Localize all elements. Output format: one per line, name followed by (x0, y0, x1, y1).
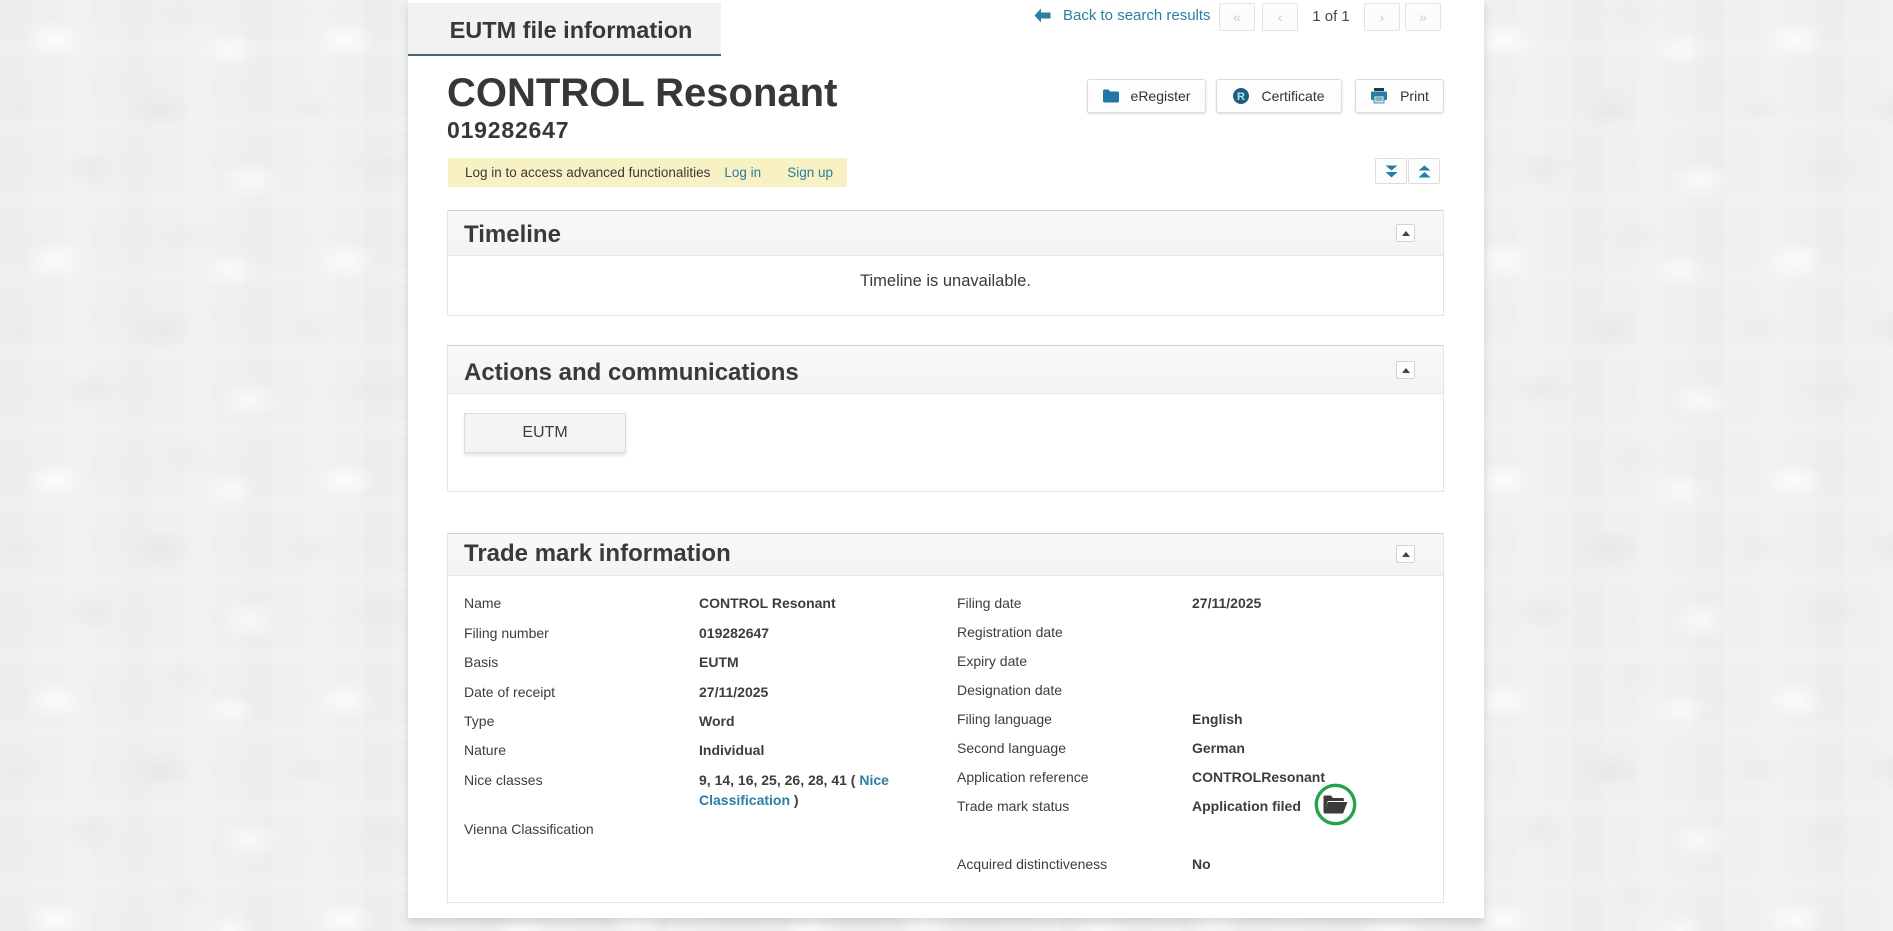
svg-text:R: R (1238, 91, 1246, 103)
